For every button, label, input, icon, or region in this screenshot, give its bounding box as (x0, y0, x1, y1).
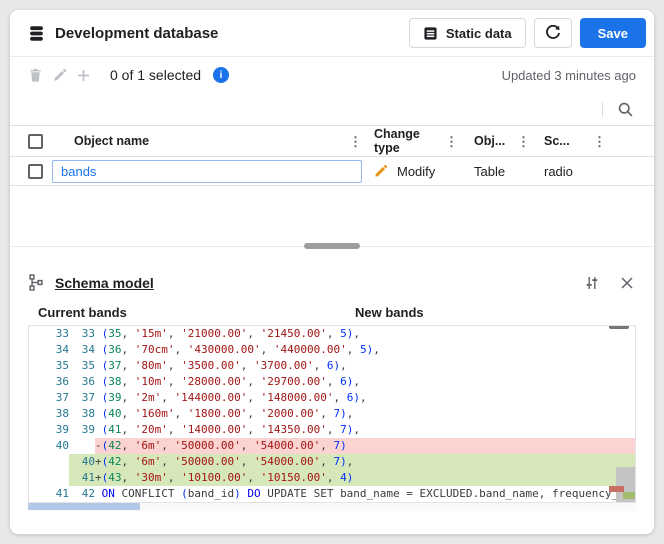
column-menu-icon[interactable]: ⋮ (347, 135, 364, 148)
diff-editor: 3333 (35, '15m', '21000.00', '21450.00',… (28, 325, 636, 503)
schema-panel-header: Schema model (10, 247, 654, 299)
column-header-object-name: Object name (52, 134, 149, 148)
diff-line: 3636 (38, '10m', '28000.00', '29700.00',… (29, 374, 635, 390)
edit-icon[interactable] (52, 68, 67, 83)
add-icon[interactable] (76, 68, 91, 83)
schema-model-link[interactable]: Schema model (55, 275, 154, 291)
refresh-button[interactable] (534, 18, 572, 48)
current-version-label: Current bands (38, 305, 355, 320)
schema-icon (28, 274, 45, 291)
refresh-icon (545, 25, 561, 41)
diff-overview-removed-marker (609, 486, 624, 492)
diff-line: 3939 (41, '20m', '14000.00', '14350.00',… (29, 422, 635, 438)
diff-code: 3333 (35, '15m', '21000.00', '21450.00',… (29, 326, 635, 502)
object-name-input[interactable] (52, 160, 362, 183)
updated-timestamp: Updated 3 minutes ago (502, 68, 636, 83)
save-button[interactable]: Save (580, 18, 646, 48)
page-title: Development database (55, 25, 218, 42)
horizontal-scrollbar-thumb[interactable] (28, 503, 140, 510)
tune-icon[interactable] (584, 275, 600, 291)
table-header-row: Object name ⋮ Change type ⋮ Obj... ⋮ Sc.… (10, 126, 654, 157)
column-menu-icon[interactable]: ⋮ (591, 135, 608, 148)
column-header-sc: Sc... (544, 134, 570, 148)
static-data-icon (423, 26, 438, 41)
diff-line: 41+(43, '30m', '10100.00', '10150.00', 4… (29, 470, 635, 486)
change-type-cell: Modify (374, 164, 435, 179)
bottom-filler (10, 511, 654, 534)
scrollbar-top-marker[interactable] (609, 325, 629, 329)
search-divider (602, 102, 603, 117)
diff-line: 40-(42, '6m', '50000.00', '54000.00', 7) (29, 438, 635, 454)
search-bar (10, 93, 654, 126)
search-icon[interactable] (617, 101, 634, 118)
selection-count: 0 of 1 selected (110, 67, 201, 83)
database-panel: Development database Static data (10, 10, 654, 534)
diff-line: 4142 ON CONFLICT (band_id) DO UPDATE SET… (29, 486, 635, 502)
close-icon[interactable] (620, 276, 634, 290)
column-menu-icon[interactable]: ⋮ (515, 135, 532, 148)
diff-line: 3535 (37, '80m', '3500.00', '3700.00', 6… (29, 358, 635, 374)
column-header-obj: Obj... (474, 134, 505, 148)
diff-line: 40+(42, '6m', '50000.00', '54000.00', 7)… (29, 454, 635, 470)
diff-line: 3838 (40, '160m', '1800.00', '2000.00', … (29, 406, 635, 422)
change-type-value: Modify (397, 164, 435, 179)
modify-pencil-icon[interactable] (374, 164, 388, 178)
app-header: Development database Static data (10, 10, 654, 57)
new-version-label: New bands (355, 305, 424, 320)
delete-icon[interactable] (28, 68, 43, 83)
diff-labels: Current bands New bands (10, 299, 654, 325)
resize-drag-handle[interactable] (304, 243, 360, 249)
database-icon (28, 25, 45, 42)
table-row[interactable]: Modify Table radio (10, 157, 654, 186)
row-checkbox[interactable] (28, 164, 43, 179)
column-header-change-type: Change type (374, 127, 443, 155)
schema-value: radio (544, 164, 573, 179)
info-icon[interactable]: i (213, 67, 229, 83)
diff-line: 3434 (36, '70cm', '430000.00', '440000.0… (29, 342, 635, 358)
diff-line: 3737 (39, '2m', '144000.00', '148000.00'… (29, 390, 635, 406)
static-data-button[interactable]: Static data (409, 18, 526, 48)
diff-line: 3333 (35, '15m', '21000.00', '21450.00',… (29, 326, 635, 342)
bulk-toolbar: 0 of 1 selected i Updated 3 minutes ago (10, 57, 654, 93)
header-checkbox[interactable] (28, 134, 43, 149)
panel-spacer (10, 186, 654, 247)
column-menu-icon[interactable]: ⋮ (443, 135, 460, 148)
object-type-value: Table (474, 164, 505, 179)
horizontal-scrollbar[interactable] (28, 503, 636, 511)
diff-overview-added-marker (623, 492, 635, 499)
